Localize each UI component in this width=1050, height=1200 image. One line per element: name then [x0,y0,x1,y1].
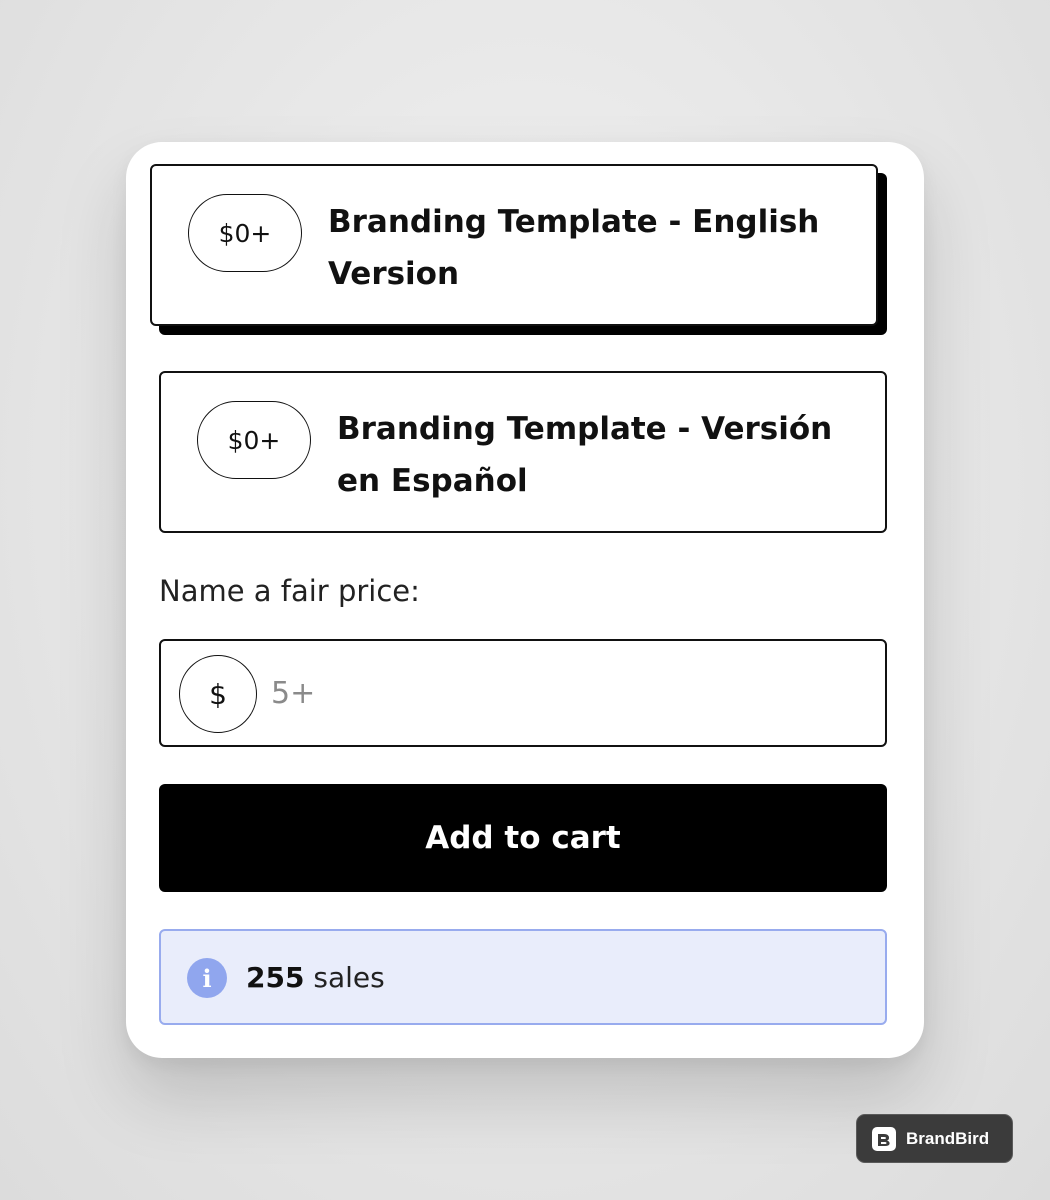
fair-price-label: Name a fair price: [159,574,420,608]
brandbird-label: BrandBird [906,1128,990,1148]
fair-price-field: $ [159,639,887,747]
version-option-spanish[interactable]: $0+ Branding Template - Versión en Españ… [159,371,887,533]
version-option-english[interactable]: $0+ Branding Template - English Version [150,164,878,326]
sales-suffix: sales [313,961,385,994]
add-to-cart-button[interactable]: Add to cart [159,784,887,892]
price-pill: $0+ [197,401,311,479]
brandbird-logo-icon [872,1126,896,1151]
price-pill: $0+ [188,194,302,272]
sales-count: 255 [246,961,305,994]
brandbird-watermark: BrandBird [856,1114,1013,1163]
sales-text: 255 sales [246,958,385,998]
currency-symbol: $ [179,655,257,733]
product-purchase-card: $0+ Branding Template - English Version … [126,142,924,1058]
info-icon: i [187,958,227,998]
sales-info-box: i 255 sales [159,929,887,1025]
option-title: Branding Template - Versión en Español [337,411,833,499]
price-input[interactable] [271,661,851,725]
option-title: Branding Template - English Version [328,204,820,292]
